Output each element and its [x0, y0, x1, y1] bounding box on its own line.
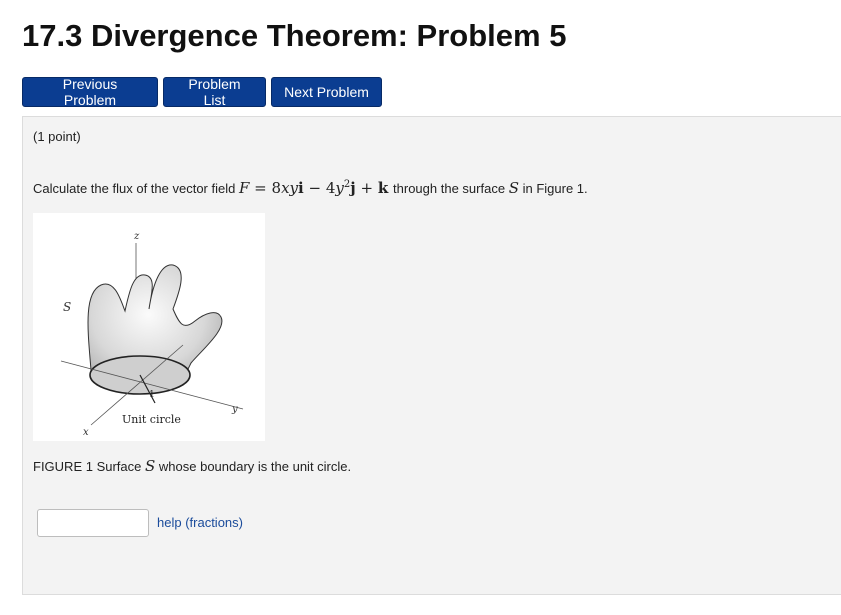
field-name: F [238, 179, 250, 197]
statement-through: through the surface [393, 181, 506, 196]
caption-surface-symbol: S [145, 457, 156, 475]
surface-illustration: z x y S 1 Unit circle [60, 231, 244, 438]
statement-suffix: in Figure 1. [522, 181, 588, 196]
problem-list-button[interactable]: Problem List [163, 76, 266, 108]
previous-problem-button[interactable]: Previous Problem [22, 76, 158, 108]
problem-panel: (1 point) Calculate the flux of the vect… [22, 116, 841, 595]
page-title: 17.3 Divergence Theorem: Problem 5 [22, 18, 567, 53]
x-axis-label: x [83, 427, 89, 438]
problem-statement: Calculate the flux of the vector field F… [33, 179, 588, 197]
radius-label: 1 [149, 390, 155, 400]
surface-symbol: S [508, 179, 519, 197]
figure-1: z x y S 1 Unit circle [33, 213, 265, 441]
unit-vector-j: j [350, 179, 356, 197]
caption-prefix: FIGURE 1 Surface [33, 459, 142, 474]
plus-sign: + [360, 179, 374, 197]
term2-variable: y [335, 179, 344, 197]
help-fractions-link[interactable]: help (fractions) [157, 515, 243, 530]
unit-vector-k: k [377, 179, 389, 197]
problem-navigation: Previous Problem Problem List Next Probl… [22, 76, 382, 108]
z-axis-label: z [133, 231, 140, 242]
statement-prefix: Calculate the flux of the vector field [33, 181, 236, 196]
vector-field-formula: F = 8xyi − 4y2j + k [239, 179, 393, 197]
unit-circle-label: Unit circle [122, 413, 181, 426]
term2-coefficient: 4 [325, 179, 336, 197]
minus-sign: − [308, 179, 322, 197]
next-problem-button[interactable]: Next Problem [271, 77, 382, 107]
unit-vector-i: i [298, 179, 304, 197]
term1-coefficient: 8 [271, 179, 282, 197]
caption-suffix: whose boundary is the unit circle. [158, 459, 352, 474]
surface-label: S [63, 300, 71, 314]
term1-variables: xy [281, 179, 299, 197]
points-label: (1 point) [33, 129, 81, 144]
figure-caption: FIGURE 1 Surface S whose boundary is the… [33, 457, 351, 475]
equals-sign: = [254, 179, 267, 197]
y-axis-label: y [231, 404, 238, 415]
answer-input[interactable] [37, 509, 149, 537]
